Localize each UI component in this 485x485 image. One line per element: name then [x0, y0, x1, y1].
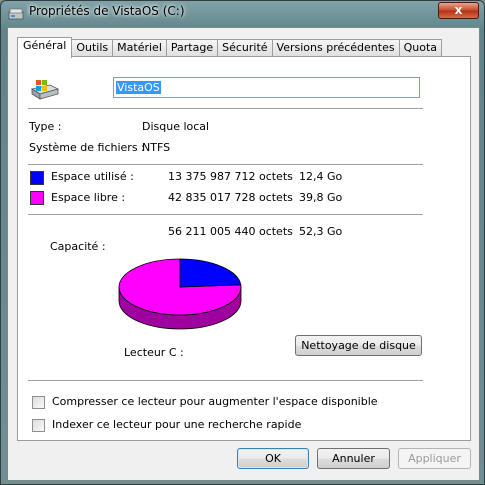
general-tab-panel: VistaOS Type : Disque local Système de f…	[17, 56, 471, 441]
divider	[28, 164, 423, 165]
window-title: Propriétés de VistaOS (C:)	[29, 4, 185, 18]
divider	[28, 108, 423, 109]
compress-checkbox[interactable]	[32, 396, 45, 409]
tab-security[interactable]: Sécurité	[217, 39, 273, 57]
disk-cleanup-button[interactable]: Nettoyage de disque	[295, 335, 422, 356]
capacity-label: Capacité :	[50, 240, 106, 253]
tab-previous-versions[interactable]: Versions précédentes	[271, 39, 400, 57]
properties-window: Propriétés de VistaOS (C:) x Général Out…	[0, 0, 485, 485]
type-label: Type :	[29, 120, 62, 133]
capacity-short: 52,3 Go	[299, 225, 343, 238]
capacity-bytes: 56 211 005 440 octets	[168, 225, 293, 238]
close-button[interactable]: x	[438, 2, 479, 19]
drive-letter-label: Lecteur C :	[124, 346, 184, 359]
filesystem-label: Système de fichiers :	[29, 141, 145, 154]
tab-general[interactable]: Général	[17, 37, 73, 58]
used-space-label: Espace utilisé :	[51, 170, 134, 183]
type-value: Disque local	[142, 120, 210, 133]
ok-button[interactable]: OK	[237, 448, 309, 469]
divider	[28, 214, 423, 215]
divider	[28, 380, 423, 381]
free-space-short: 39,8 Go	[299, 191, 343, 204]
tab-quota[interactable]: Quota	[398, 39, 443, 57]
tab-hardware[interactable]: Matériel	[112, 39, 167, 57]
apply-button[interactable]: Appliquer	[398, 448, 471, 469]
filesystem-value: NTFS	[142, 141, 171, 154]
index-checkbox[interactable]	[32, 419, 45, 432]
index-label: Indexer ce lecteur pour une recherche ra…	[52, 418, 302, 431]
cancel-button[interactable]: Annuler	[317, 448, 390, 469]
drive-icon	[30, 80, 60, 100]
close-icon: x	[454, 3, 463, 17]
drive-name-input[interactable]: VistaOS	[113, 77, 420, 98]
drive-name-value: VistaOS	[116, 81, 161, 94]
disk-usage-pie	[118, 258, 242, 330]
used-space-swatch	[30, 171, 44, 185]
free-space-label: Espace libre :	[51, 191, 126, 204]
pie-used-slice	[179, 258, 242, 288]
drive-title-icon	[8, 8, 24, 20]
free-space-swatch	[30, 191, 44, 205]
tab-tools[interactable]: Outils	[71, 39, 114, 57]
free-space-bytes: 42 835 017 728 octets	[168, 191, 293, 204]
dialog-client-area: Général Outils Matériel Partage Sécurité…	[7, 27, 480, 481]
compress-label: Compresser ce lecteur pour augmenter l'e…	[52, 395, 378, 408]
tab-sharing[interactable]: Partage	[165, 39, 219, 57]
used-space-short: 12,4 Go	[299, 170, 343, 183]
tab-bar: Général Outils Matériel Partage Sécurité…	[17, 37, 443, 58]
used-space-bytes: 13 375 987 712 octets	[168, 170, 293, 183]
